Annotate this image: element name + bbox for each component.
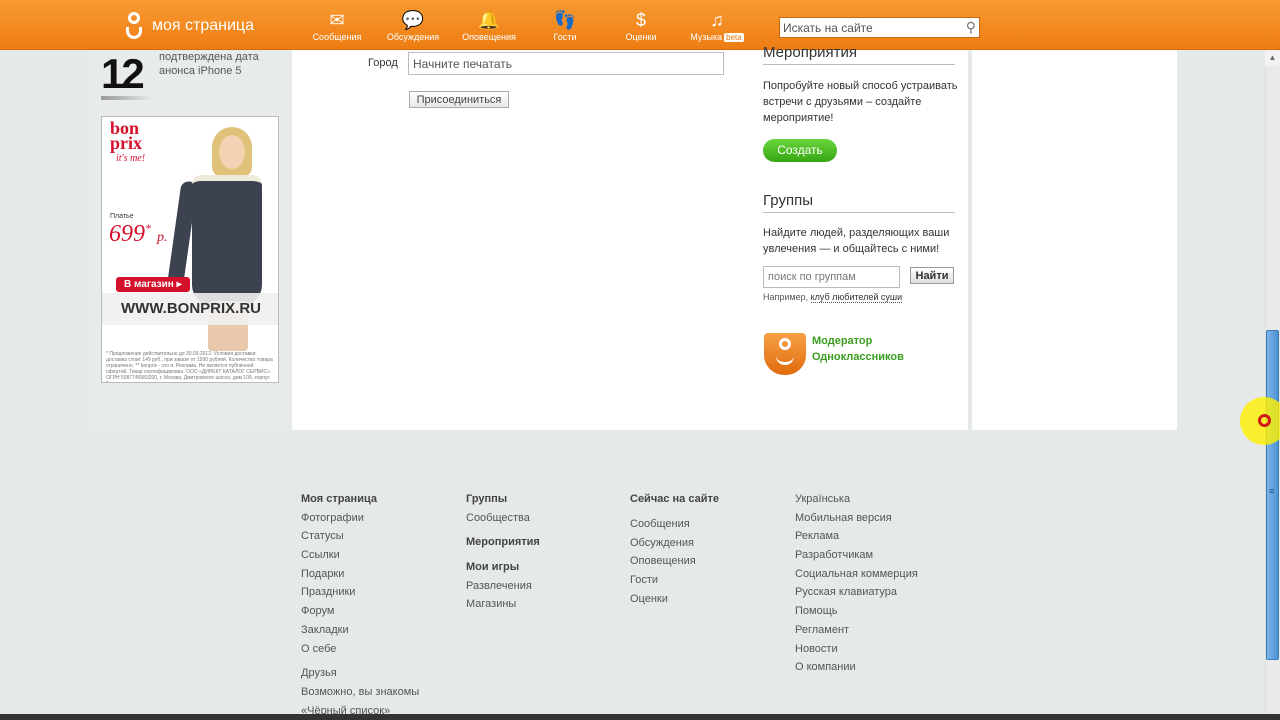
news-headline-link[interactable]: подтверждена дата анонса iPhone 5 xyxy=(159,50,279,78)
footer-link[interactable]: Обсуждения xyxy=(630,536,719,555)
search-icon[interactable]: ⚲ xyxy=(966,19,976,36)
footer-link[interactable]: Праздники xyxy=(301,585,419,604)
scrollbar-grip-icon: ≡ xyxy=(1269,486,1275,496)
nav-messages[interactable]: ✉ Сообщения xyxy=(304,10,370,42)
footer-link[interactable]: Українська xyxy=(795,492,918,511)
footer-link[interactable]: Сейчас на сайте xyxy=(630,492,719,517)
nav-label: Обсуждения xyxy=(386,32,440,42)
chat-bubbles-icon: 💬 xyxy=(401,10,425,30)
footer-link[interactable]: Русская клавиатура xyxy=(795,585,918,604)
beta-badge: beta xyxy=(724,33,744,42)
events-description: Попробуйте новый способ устраивать встре… xyxy=(763,80,958,124)
footer-link[interactable]: Возможно, вы знакомы xyxy=(301,685,419,704)
taskbar-edge xyxy=(0,714,1280,720)
city-label: Город xyxy=(368,57,398,69)
rating-coins-icon: $ xyxy=(635,10,646,30)
footer-link[interactable]: Развлечения xyxy=(466,579,540,598)
site-search: ⚲ xyxy=(779,17,980,38)
nav-label: Гости xyxy=(553,32,577,42)
news-day-number: 12 xyxy=(101,50,145,97)
mouse-cursor-icon xyxy=(1258,414,1271,427)
footer-link[interactable]: О компании xyxy=(795,660,918,679)
footer-link[interactable]: Оценки xyxy=(630,592,719,611)
nav-guests[interactable]: 👣 Гости xyxy=(532,10,598,42)
footer-link[interactable]: Группы xyxy=(466,492,540,511)
footer-link[interactable]: Магазины xyxy=(466,597,540,616)
main-nav: ✉ Сообщения 💬 Обсуждения 🔔 Оповещения 👣 Гост… xyxy=(304,10,760,42)
example-group-link[interactable]: клуб любителей суши xyxy=(810,292,903,303)
nav-label: Сообщения xyxy=(312,32,362,42)
moderator-link[interactable]: Модератор Одноклассников xyxy=(812,333,904,365)
nav-discussions[interactable]: 💬 Обсуждения xyxy=(380,10,446,42)
group-search-input[interactable] xyxy=(763,266,900,288)
footer-column-my-page: Моя страница Фотографии Статусы Ссылки П… xyxy=(301,492,419,720)
footer-column-misc: Українська Мобильная версия Реклама Разр… xyxy=(795,492,918,679)
ad-price: 699* р. xyxy=(109,221,168,247)
footer-link[interactable]: Сообщества xyxy=(466,511,540,530)
footer-link[interactable]: Закладки xyxy=(301,623,419,642)
footer-link[interactable]: Ссылки xyxy=(301,548,419,567)
my-page-label: моя страница xyxy=(152,17,254,34)
odnoklassniki-logo-icon xyxy=(124,12,144,40)
footer-link[interactable]: Мероприятия xyxy=(466,535,540,554)
site-search-input[interactable] xyxy=(780,18,958,37)
ad-brand-logo: bon prix xyxy=(110,118,143,153)
nav-label: Оповещения xyxy=(462,32,516,42)
music-note-icon: ♫ xyxy=(710,10,724,30)
ad-fine-print: * Предложение действительно до 30.09.201… xyxy=(106,351,273,382)
footer-column-groups: Группы Сообщества Мероприятия Мои игры Р… xyxy=(466,492,540,616)
footer-link[interactable]: Форум xyxy=(301,604,419,623)
footer-link[interactable]: Оповещения xyxy=(630,554,719,573)
group-search-example: Например, клуб любителей суши xyxy=(763,292,903,303)
footer-link[interactable]: Подарки xyxy=(301,567,419,586)
right-column xyxy=(972,50,1177,430)
nav-ratings[interactable]: $ Оценки xyxy=(608,10,674,42)
footer-link[interactable]: Новости xyxy=(795,642,918,661)
footer-link[interactable]: Разработчикам xyxy=(795,548,918,567)
footer-link[interactable]: Регламент xyxy=(795,623,918,642)
bell-icon: 🔔 xyxy=(477,10,501,30)
ad-tagline: it's me! xyxy=(116,153,146,164)
nav-notifications[interactable]: 🔔 Оповещения xyxy=(456,10,522,42)
groups-description: Найдите людей, разделяющих ваши увлечени… xyxy=(763,227,950,255)
find-groups-button[interactable]: Найти xyxy=(910,267,954,284)
ad-shop-button[interactable]: В магазин ▸ xyxy=(116,277,190,292)
footer-link[interactable]: Друзья xyxy=(301,666,419,685)
footer-link[interactable]: Моя страница xyxy=(301,492,419,511)
number-shadow xyxy=(101,96,153,100)
nav-music[interactable]: ♫ Музыка beta xyxy=(684,10,750,42)
footer-link[interactable]: Социальная коммерция xyxy=(795,567,918,586)
scroll-up-arrow-icon[interactable]: ▲ xyxy=(1265,50,1280,66)
footer-link[interactable]: Реклама xyxy=(795,529,918,548)
footer-link[interactable]: Сообщения xyxy=(630,517,719,536)
left-column: 12 подтверждена дата анонса iPhone 5 bon… xyxy=(88,50,290,430)
city-input[interactable] xyxy=(408,52,724,75)
footer-link[interactable]: Статусы xyxy=(301,529,419,548)
envelope-icon: ✉ xyxy=(329,10,345,30)
footer-column-online: Сейчас на сайте Сообщения Обсуждения Опо… xyxy=(630,492,719,610)
footer-link[interactable]: Мобильная версия xyxy=(795,511,918,530)
footer-link[interactable]: Фотографии xyxy=(301,511,419,530)
ad-dress-label: Платье xyxy=(110,213,134,220)
footer-link[interactable]: Мои игры xyxy=(466,560,540,579)
top-navigation-bar: моя страница ✉ Сообщения 💬 Обсуждения 🔔 Опо… xyxy=(0,0,1280,50)
groups-title: Группы xyxy=(763,192,955,213)
my-page-logo-link[interactable]: моя страница xyxy=(124,12,254,40)
ad-url: WWW.BONPRIX.RU xyxy=(102,293,278,325)
bonprix-ad-banner[interactable]: bon prix it's me! Платье 699* р. WWW.BONP… xyxy=(101,116,279,383)
events-title: Мероприятия xyxy=(763,44,955,65)
footer-link[interactable]: Помощь xyxy=(795,604,918,623)
footer-link[interactable]: Гости xyxy=(630,573,719,592)
join-button[interactable]: Присоединиться xyxy=(409,91,509,108)
moderator-shield-icon[interactable] xyxy=(764,333,806,375)
footprints-icon: 👣 xyxy=(553,10,577,30)
create-event-button[interactable]: Создать xyxy=(763,139,837,162)
nav-label: Музыка xyxy=(690,32,723,42)
nav-label: Оценки xyxy=(625,32,657,42)
footer-link[interactable]: О себе xyxy=(301,642,419,661)
